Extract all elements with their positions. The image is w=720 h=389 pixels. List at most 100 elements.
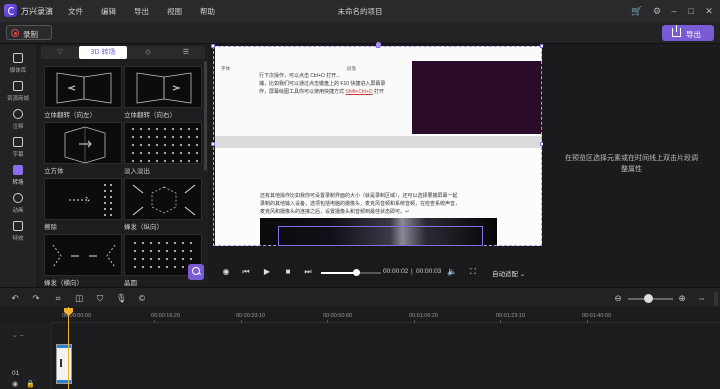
mic-icon[interactable]: 🎙: [116, 293, 127, 303]
panel-scrollbar[interactable]: [204, 61, 207, 171]
split-icon[interactable]: ◫: [74, 293, 84, 303]
sidebar-item-store[interactable]: 资源商城: [2, 78, 34, 106]
record-button[interactable]: 录制: [6, 25, 52, 40]
playhead-line[interactable]: [68, 307, 69, 389]
rotate-handle[interactable]: [376, 42, 381, 47]
transition-thumb-cube[interactable]: [44, 122, 122, 164]
timeline-scrollbar[interactable]: [714, 292, 718, 306]
sidebar-item-annotation[interactable]: 注释: [2, 106, 34, 134]
sidebar-item-effects[interactable]: 特效: [2, 218, 34, 246]
menu-edit[interactable]: 编辑: [101, 6, 116, 17]
transitions-panel: ♡ 3D 转场 ◇ ☰ 立体翻转（向左） 立体翻转（向右） 立方体 淡入淡出 擦…: [38, 44, 208, 287]
crop-icon[interactable]: ⌗: [53, 293, 63, 303]
properties-panel: 在预览区选择元素或在时间线上双击片段调整属性: [543, 44, 720, 284]
sidebar-item-transition[interactable]: 转场: [2, 162, 34, 190]
menu-file[interactable]: 文件: [68, 6, 83, 17]
tab-shapes[interactable]: ◇: [129, 46, 167, 59]
zoom-knob[interactable]: [644, 294, 654, 303]
prev-frame-icon[interactable]: ⏮: [241, 267, 251, 277]
edit-toolbar: ↶ ↷ ⌗ ◫ ⛉ 🎙 © ⊖ ⊕ ⇔: [0, 287, 720, 307]
tick-mark: [241, 320, 242, 323]
tick-mark: [414, 320, 415, 323]
sidebar-item-media[interactable]: 媒体库: [2, 50, 34, 78]
progress-knob[interactable]: [352, 269, 360, 276]
settings-icon[interactable]: ⚙: [651, 5, 663, 17]
sidebar-item-label: 转场: [12, 180, 24, 186]
caption-icon: [13, 137, 23, 147]
sidebar-item-animation[interactable]: 动画: [2, 190, 34, 218]
export-icon: [672, 25, 681, 37]
transition-label: 晶圆: [124, 280, 137, 287]
undo-icon[interactable]: ↶: [10, 293, 20, 303]
mark-icon[interactable]: ⛉: [95, 293, 105, 303]
camera-icon[interactable]: ◉: [221, 267, 231, 277]
heart-icon: ♡: [56, 49, 64, 56]
selection-frame[interactable]: [213, 46, 542, 246]
fullscreen-icon[interactable]: ⛶: [468, 267, 478, 277]
fit-timeline-icon[interactable]: ⇔: [697, 293, 707, 303]
next-frame-icon[interactable]: ⏭: [303, 267, 313, 277]
play-icon[interactable]: ▶: [262, 267, 272, 277]
menu-export[interactable]: 导出: [134, 6, 149, 17]
timeline-clip[interactable]: [56, 344, 72, 384]
transition-thumb-honeycomb-vertical[interactable]: [124, 178, 202, 220]
clip-trim-handle[interactable]: [60, 359, 62, 367]
transition-thumb-fade[interactable]: [124, 122, 202, 164]
transition-thumb-flip-right[interactable]: [124, 66, 202, 108]
zoom-out-icon[interactable]: ⊖: [613, 293, 623, 303]
transition-thumb-honeycomb-horizontal[interactable]: [44, 234, 122, 276]
transition-thumb-wipe[interactable]: [44, 178, 122, 220]
resize-handle[interactable]: [211, 44, 215, 48]
cart-icon[interactable]: 🛒: [631, 5, 643, 17]
fit-dropdown[interactable]: 自动适配 ⌄: [492, 268, 525, 278]
sidebar: 媒体库 资源商城 注释 字幕 转场 动画 特效: [0, 44, 36, 292]
diamond-icon: ◇: [145, 49, 151, 56]
tab-list[interactable]: ☰: [167, 46, 205, 59]
tick-mark: [327, 320, 328, 323]
tick-mark: [587, 320, 588, 323]
menu-view[interactable]: 视图: [167, 6, 182, 17]
tick-label: 00:00:50:00: [323, 313, 353, 319]
progress-fill: [321, 272, 356, 274]
properties-hint: 在预览区选择元素或在时间线上双击片段调整属性: [565, 155, 698, 173]
zoom-in-icon[interactable]: ⊕: [677, 293, 687, 303]
tab-3d-transition[interactable]: 3D 转场: [79, 46, 127, 59]
cube-preview: [64, 126, 106, 164]
store-icon: [13, 81, 23, 91]
sidebar-item-label: 注释: [12, 124, 24, 130]
playback-progress[interactable]: [321, 272, 381, 274]
honeycomb-preview: [132, 184, 196, 216]
tab-favorites[interactable]: ♡: [41, 46, 79, 59]
minimize-icon[interactable]: –: [668, 5, 680, 17]
sidebar-item-label: 字幕: [12, 152, 24, 158]
transition-label: 擦除: [44, 224, 57, 231]
track-collapse-icon[interactable]: ⌄ –: [12, 331, 24, 339]
maximize-icon[interactable]: □: [685, 5, 697, 17]
menu-help[interactable]: 帮助: [200, 6, 215, 17]
volume-icon[interactable]: 🔈: [447, 267, 457, 277]
stop-icon[interactable]: ■: [283, 267, 293, 277]
annotation-icon: [13, 109, 23, 119]
total-time: 00:00:03: [416, 268, 442, 275]
sidebar-item-caption[interactable]: 字幕: [2, 134, 34, 162]
lock-icon[interactable]: 🔒: [26, 380, 35, 388]
search-button[interactable]: [188, 264, 204, 280]
export-button[interactable]: 导出: [662, 25, 714, 41]
transition-thumb-flip-left[interactable]: [44, 66, 122, 108]
tick-mark: [500, 320, 501, 323]
chevron-down-icon: ⌄: [519, 271, 526, 278]
selected-clip-box[interactable]: [278, 226, 483, 246]
transition-label: 蜂发（横向）: [44, 280, 83, 287]
sidebar-item-label: 资源商城: [6, 96, 29, 102]
copyright-icon[interactable]: ©: [137, 293, 147, 303]
flip-right-preview: [136, 72, 192, 104]
record-label: 录制: [23, 30, 38, 39]
honeycomb-horizontal-preview: [52, 244, 116, 268]
redo-icon[interactable]: ↷: [31, 293, 41, 303]
sidebar-item-label: 动画: [12, 208, 24, 214]
tick-label: 00:01:40:00: [582, 313, 612, 319]
eye-icon[interactable]: ◉: [12, 380, 18, 388]
close-icon[interactable]: ✕: [703, 5, 715, 17]
timeline-ruler[interactable]: 00:00:00:00 00:00:16:20 00:00:33:10 00:0…: [52, 307, 720, 323]
resize-handle[interactable]: [211, 142, 215, 146]
